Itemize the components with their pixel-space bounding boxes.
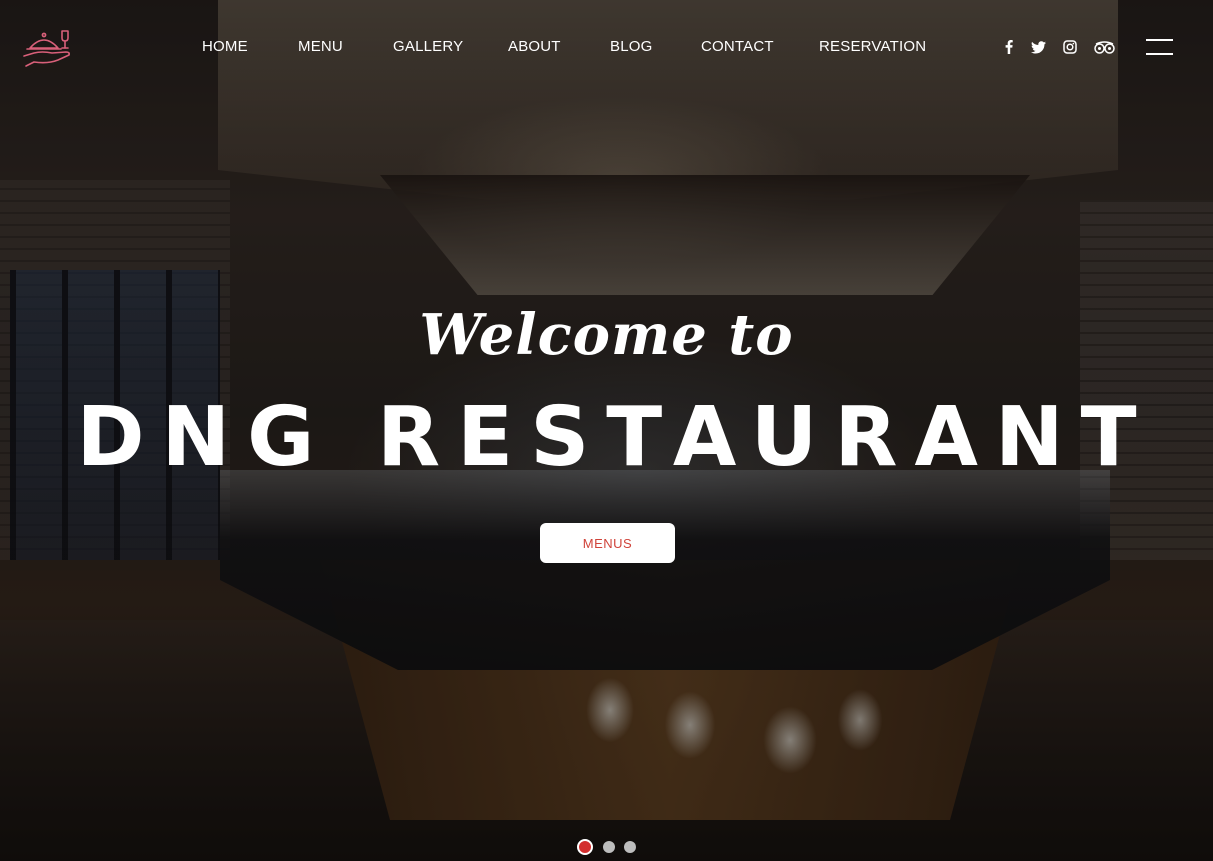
nav-reservation[interactable]: RESERVATION: [819, 38, 926, 55]
site-header: HOME MENU GALLERY ABOUT BLOG CONTACT RES…: [0, 0, 1213, 95]
nav-about[interactable]: ABOUT: [508, 38, 561, 55]
nav-gallery[interactable]: GALLERY: [393, 38, 463, 55]
nav-menu[interactable]: MENU: [298, 38, 343, 55]
nav-home[interactable]: HOME: [202, 38, 248, 55]
facebook-icon[interactable]: [1003, 38, 1015, 56]
slider-dot-1[interactable]: [577, 839, 593, 855]
menus-button[interactable]: MENUS: [540, 523, 675, 563]
slider-dot-3[interactable]: [624, 841, 636, 853]
site-logo[interactable]: [22, 26, 76, 70]
nav-blog[interactable]: BLOG: [610, 38, 652, 55]
slider-dot-2[interactable]: [603, 841, 615, 853]
twitter-icon[interactable]: [1030, 38, 1047, 56]
nav-contact[interactable]: CONTACT: [701, 38, 774, 55]
restaurant-cloche-icon: [23, 30, 70, 67]
tripadvisor-icon[interactable]: [1093, 38, 1115, 56]
hamburger-menu-icon[interactable]: [1146, 39, 1173, 55]
instagram-icon[interactable]: [1062, 38, 1078, 56]
slider-pagination: [577, 839, 647, 855]
hero-title: DNG RESTAURANT: [76, 390, 1154, 485]
hero-welcome-text: Welcome to: [419, 302, 794, 368]
